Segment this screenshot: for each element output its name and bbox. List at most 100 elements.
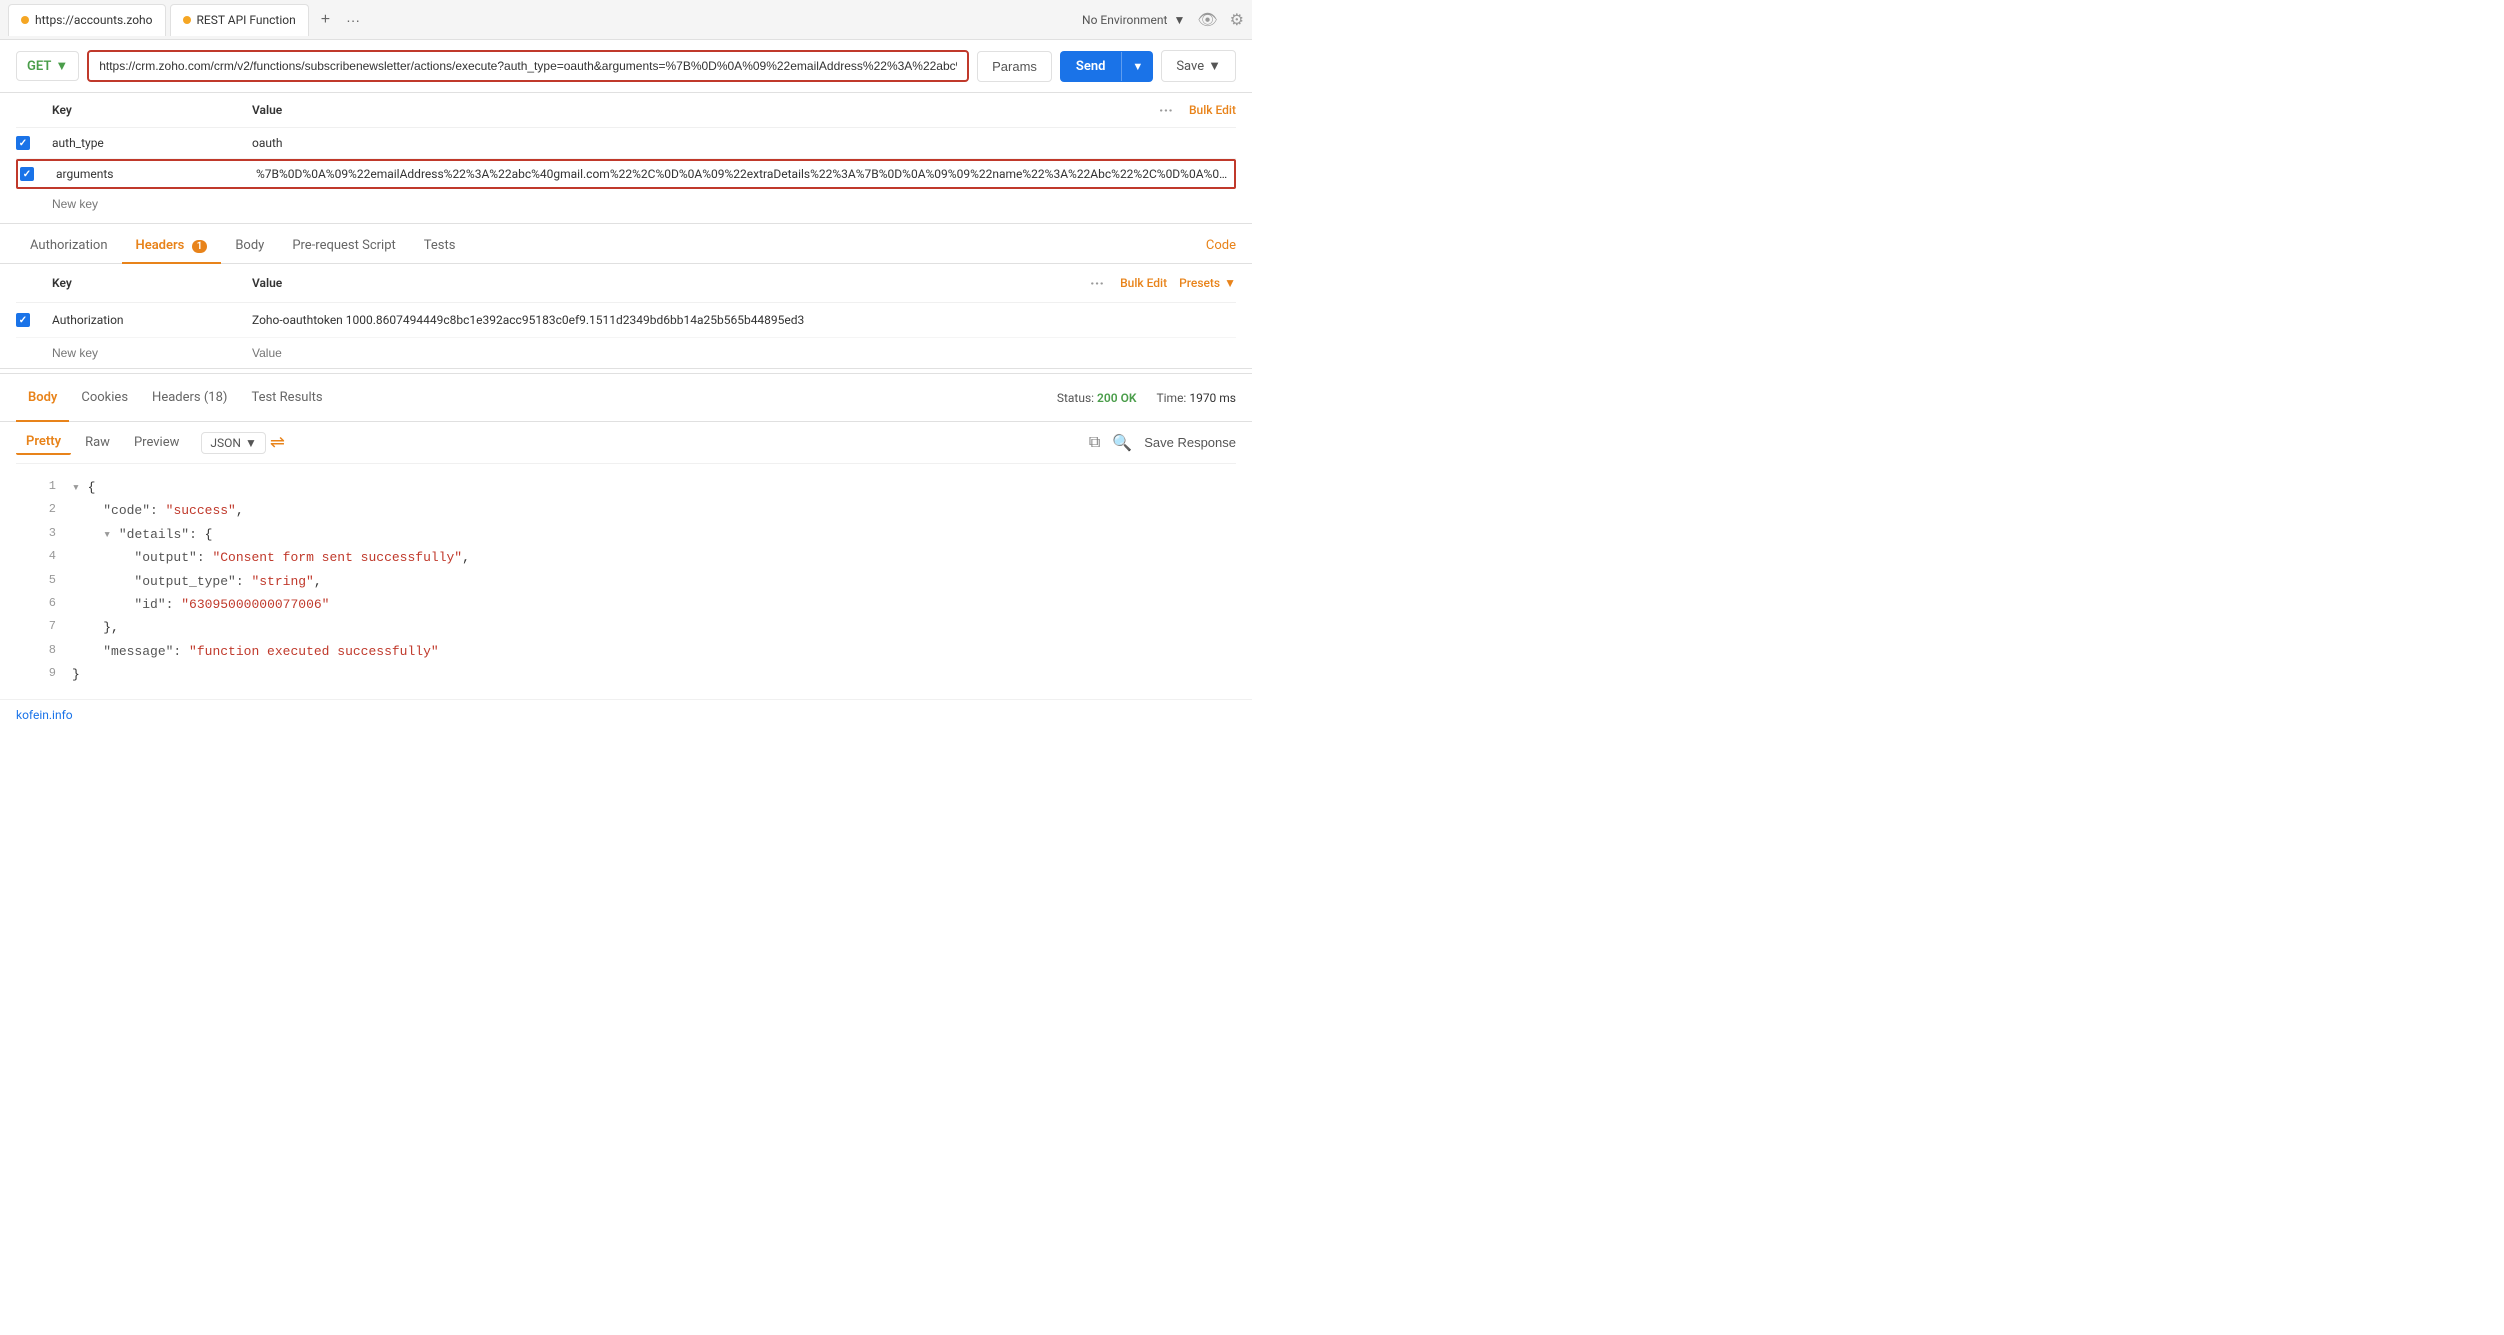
value-authorization[interactable]: Zoho-oauthtoken 1000.8607494449c8bc1e392… [248, 309, 1236, 331]
header-value-label: Value [248, 99, 1155, 121]
search-button[interactable]: 🔍 [1112, 433, 1132, 453]
code-line-4: 4 "output": "Consent form sent successfu… [32, 546, 1220, 569]
json-format-label: JSON [210, 436, 241, 450]
params-button[interactable]: Params [977, 51, 1052, 82]
header-row-authorization: Authorization Zoho-oauthtoken 1000.86074… [16, 303, 1236, 338]
key-auth-type[interactable]: auth_type [48, 132, 248, 154]
add-tab-button[interactable]: + [313, 7, 338, 33]
tab-nav-right: Code [1206, 238, 1236, 253]
new-header-value-input[interactable] [248, 342, 1236, 364]
tab-body[interactable]: Body [221, 228, 278, 263]
json-format-selector[interactable]: JSON ▼ [201, 432, 265, 454]
resp-tab-cookies[interactable]: Cookies [69, 382, 140, 413]
send-dropdown-icon[interactable]: ▼ [1121, 52, 1153, 81]
check-arguments[interactable] [20, 167, 52, 181]
body-section: Pretty Raw Preview JSON ▼ ⇌ ⧉ 🔍 Save Res… [0, 422, 1252, 699]
more-tabs-button[interactable]: ··· [338, 8, 368, 32]
resp-headers-label: Headers (18) [152, 390, 227, 405]
headers-actions: ··· Bulk Edit Presets ▼ [1086, 274, 1236, 293]
footer[interactable]: kofein.info [0, 699, 1252, 730]
response-header: Body Cookies Headers (18) Test Results S… [0, 373, 1252, 422]
copy-button[interactable]: ⧉ [1089, 434, 1100, 452]
checkbox-arguments[interactable] [20, 167, 34, 181]
checkbox-auth-type[interactable] [16, 136, 30, 150]
line-num-8: 8 [32, 640, 56, 663]
gear-icon[interactable]: ⚙ [1230, 10, 1244, 29]
line-content-7: }, [72, 616, 1220, 639]
code-link[interactable]: Code [1206, 238, 1236, 253]
tab-tests[interactable]: Tests [410, 228, 470, 263]
line-content-3: ▾ "details": { [72, 523, 1220, 546]
line-content-6: "id": "63095000000077006" [72, 593, 1220, 616]
headers-bulk-edit[interactable]: Bulk Edit [1120, 276, 1167, 290]
presets-chevron-icon: ▼ [1224, 276, 1236, 290]
body-tab-raw[interactable]: Raw [75, 431, 120, 454]
body-tab-preview[interactable]: Preview [124, 431, 189, 454]
time-value: 1970 ms [1189, 391, 1236, 405]
collapse-1[interactable]: ▾ [72, 480, 80, 495]
code-line-8: 8 "message": "function executed successf… [32, 640, 1220, 663]
tab-dot-1 [21, 16, 29, 24]
tab-accounts-zoho[interactable]: https://accounts.zoho [8, 4, 166, 36]
resp-tab-body[interactable]: Body [16, 382, 69, 413]
collapse-3[interactable]: ▾ [103, 527, 111, 542]
value-auth-type[interactable]: oauth [248, 132, 1236, 154]
resp-tab-test-results[interactable]: Test Results [239, 382, 334, 413]
presets-button[interactable]: Presets ▼ [1179, 276, 1236, 290]
key-arguments[interactable]: arguments [52, 163, 252, 185]
status-value: 200 OK [1097, 391, 1136, 405]
tab-headers[interactable]: Headers 1 [122, 228, 222, 263]
checkbox-authorization[interactable] [16, 313, 30, 327]
code-line-5: 5 "output_type": "string", [32, 570, 1220, 593]
save-response-button[interactable]: Save Response [1144, 435, 1236, 450]
footer-link[interactable]: kofein.info [16, 708, 73, 722]
request-bar: GET ▼ Params Send ▼ Save ▼ [0, 40, 1252, 93]
resp-body-label: Body [28, 390, 57, 405]
send-button[interactable]: Send ▼ [1060, 51, 1153, 82]
line-num-2: 2 [32, 499, 56, 522]
body-tab-label: Body [235, 238, 264, 253]
new-header-key-input[interactable] [48, 342, 248, 364]
save-dropdown-icon: ▼ [1208, 58, 1221, 74]
line-content-1: ▾ { [72, 476, 1220, 499]
headers-tab-label: Headers [136, 238, 185, 253]
pre-request-tab-label: Pre-request Script [292, 238, 395, 253]
chevron-down-icon: ▼ [1173, 13, 1185, 27]
resp-tab-headers[interactable]: Headers (18) [140, 382, 239, 413]
body-tab-pretty[interactable]: Pretty [16, 430, 71, 455]
time-label: Time: 1970 ms [1156, 391, 1236, 405]
tab-authorization[interactable]: Authorization [16, 228, 122, 263]
check-auth-type[interactable] [16, 136, 48, 150]
code-line-3: 3 ▾ "details": { [32, 523, 1220, 546]
new-value-input[interactable] [248, 193, 1236, 215]
line-num-3: 3 [32, 523, 56, 546]
url-input[interactable] [87, 50, 969, 82]
line-content-5: "output_type": "string", [72, 570, 1220, 593]
method-selector[interactable]: GET ▼ [16, 51, 79, 81]
tab-rest-api[interactable]: REST API Function [170, 4, 309, 36]
env-label: No Environment [1082, 13, 1167, 27]
bulk-edit-link[interactable]: Bulk Edit [1189, 103, 1236, 117]
new-param-row [16, 189, 1236, 219]
key-authorization[interactable]: Authorization [48, 309, 248, 331]
tests-tab-label: Tests [424, 238, 456, 253]
headers-table-header: Key Value ··· Bulk Edit Presets ▼ [16, 264, 1236, 303]
status-label: Status: 200 OK [1057, 391, 1137, 405]
eye-icon[interactable]: 👁 [1197, 10, 1217, 29]
tab-pre-request-script[interactable]: Pre-request Script [278, 228, 409, 263]
json-chevron-icon: ▼ [245, 436, 257, 450]
code-line-2: 2 "code": "success", [32, 499, 1220, 522]
authorization-tab-label: Authorization [30, 238, 108, 253]
line-content-8: "message": "function executed successful… [72, 640, 1220, 663]
request-tabs-nav: Authorization Headers 1 Body Pre-request… [0, 228, 1252, 264]
env-selector[interactable]: No Environment ▼ [1082, 13, 1185, 27]
check-authorization[interactable] [16, 313, 48, 327]
code-line-6: 6 "id": "63095000000077006" [32, 593, 1220, 616]
new-key-input[interactable] [48, 193, 248, 215]
save-button[interactable]: Save ▼ [1161, 50, 1236, 82]
word-wrap-button[interactable]: ⇌ [270, 432, 285, 453]
headers-more-icon[interactable]: ··· [1086, 274, 1108, 293]
value-arguments[interactable]: %7B%0D%0A%09%22emailAddress%22%3A%22abc%… [252, 163, 1232, 185]
headers-badge: 1 [192, 240, 208, 253]
params-more-icon[interactable]: ··· [1155, 101, 1177, 120]
